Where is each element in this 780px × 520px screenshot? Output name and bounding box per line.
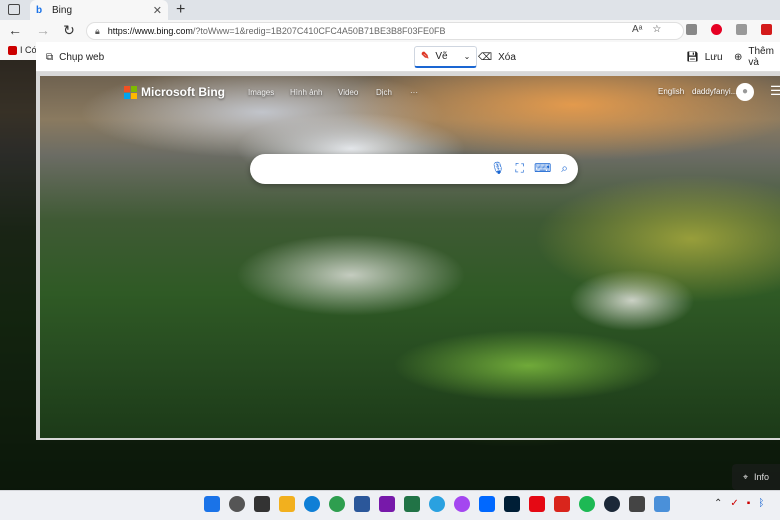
spotify-icon[interactable]	[579, 496, 595, 512]
lock-icon: 🔒︎	[95, 25, 100, 36]
pinterest-icon[interactable]	[711, 24, 722, 35]
url-path: /?toWww=1&redig=1B207C410CFC4A50B71BE3B8…	[192, 26, 446, 36]
favorites-bar: I Có	[0, 42, 40, 60]
snipping-tool-icon[interactable]	[654, 496, 670, 512]
menu-icon[interactable]: ☰	[770, 83, 780, 99]
windows-start-icon[interactable]	[204, 496, 220, 512]
steam-icon[interactable]	[604, 496, 620, 512]
bing-icon: b	[36, 5, 43, 16]
chevron-up-icon[interactable]: ⌃	[714, 498, 722, 509]
avatar[interactable]: ●	[736, 83, 754, 101]
add-label: Thêm và	[748, 46, 774, 68]
read-aloud-icon[interactable]: Aᵃ	[632, 24, 642, 35]
back-icon[interactable]: ←	[6, 22, 24, 38]
draw-button[interactable]: ✎ Vẽ ⌄	[414, 46, 478, 68]
draw-label: Vẽ	[435, 51, 448, 62]
antivirus-icon[interactable]: ✓	[730, 498, 738, 509]
refresh-icon[interactable]: ↻	[60, 22, 78, 39]
netflix-icon[interactable]	[529, 496, 545, 512]
save-button[interactable]: 💾︎ Lưu	[686, 42, 723, 72]
search-icon[interactable]	[229, 496, 245, 512]
favorite-item[interactable]: I Có	[20, 45, 37, 55]
add-to-collection-button[interactable]: ⊕ Thêm và	[734, 42, 780, 72]
web-capture-label: Chụp web	[59, 51, 105, 63]
user-name[interactable]: daddyfanyi...	[692, 87, 737, 96]
word-icon[interactable]	[354, 496, 370, 512]
bing-homepage-capture: Microsoft Bing Images Hình ảnh Video Dịc…	[40, 76, 780, 438]
location-pin-icon: ⌖	[742, 471, 749, 482]
add-collection-icon: ⊕	[734, 51, 743, 63]
photoshop-icon[interactable]	[504, 496, 520, 512]
nav-dich[interactable]: Dịch	[376, 88, 392, 97]
keyboard-icon[interactable]: ⌨	[534, 161, 551, 176]
nav-more[interactable]: ···	[410, 88, 418, 97]
onenote-icon[interactable]	[379, 496, 395, 512]
tab-bing[interactable]: b Bing ✕	[30, 0, 168, 20]
search-input[interactable]: 🎙︎ ⛶ ⌨ ⌕	[250, 154, 578, 184]
web-capture-icon: ⧉	[46, 51, 54, 63]
task-view-icon[interactable]	[254, 496, 270, 512]
telegram-icon[interactable]	[429, 496, 445, 512]
erase-label: Xóa	[498, 51, 516, 63]
address-bar-row: ← → ↻ 🔒︎ https://www.bing.com/?toWww=1&r…	[0, 20, 780, 42]
url-field[interactable]: 🔒︎ https://www.bing.com/?toWww=1&redig=1…	[86, 22, 684, 40]
microsoft-logo-icon	[124, 86, 137, 99]
url-host: https://www.bing.com	[107, 26, 193, 36]
capture-frame: Microsoft Bing Images Hình ảnh Video Dịc…	[36, 72, 780, 440]
edge-icon[interactable]	[304, 496, 320, 512]
info-label: Info	[754, 472, 770, 482]
nav-video[interactable]: Video	[338, 88, 358, 97]
save-label: Lưu	[704, 51, 723, 63]
excel-icon[interactable]	[404, 496, 420, 512]
pen-icon: ✎	[421, 51, 430, 62]
search-icon[interactable]: ⌕	[561, 161, 568, 176]
web-capture-button[interactable]: ⧉ Chụp web	[46, 42, 104, 72]
forward-icon[interactable]: →	[34, 22, 52, 38]
eraser-icon: ⌫	[478, 51, 493, 63]
extension-icon[interactable]	[736, 24, 747, 35]
messenger-icon[interactable]	[454, 496, 470, 512]
bing-brand[interactable]: Microsoft Bing	[141, 85, 225, 99]
tab-actions-icon[interactable]	[8, 4, 20, 15]
favorite-star-icon[interactable]: ☆	[652, 24, 661, 35]
favorite-site-icon	[8, 46, 17, 56]
extension-icon[interactable]	[686, 24, 697, 35]
nav-images[interactable]: Images	[248, 88, 274, 97]
info-button[interactable]: ⌖ Info	[732, 464, 780, 490]
visual-search-icon[interactable]: ⛶	[516, 161, 524, 176]
chrome-icon[interactable]	[329, 496, 345, 512]
microphone-icon[interactable]: 🎙︎	[490, 161, 505, 176]
app-icon[interactable]	[629, 496, 645, 512]
save-icon: 💾︎	[686, 51, 699, 63]
pdf-tray-icon[interactable]: ▪	[747, 498, 751, 509]
erase-button[interactable]: ⌫ Xóa	[478, 42, 516, 72]
zalo-icon[interactable]	[479, 496, 495, 512]
taskbar: ⌃ ✓ ▪ ᛒ	[0, 490, 780, 520]
bing-header: Microsoft Bing Images Hình ảnh Video Dịc…	[40, 76, 780, 110]
web-capture-toolbar: ⧉ Chụp web ✎ Vẽ ⌄ ⌫ Xóa 💾︎ Lưu ⊕ Thêm và	[36, 42, 780, 72]
file-explorer-icon[interactable]	[279, 496, 295, 512]
new-tab-icon[interactable]: +	[176, 1, 185, 19]
tab-title: Bing	[52, 4, 73, 16]
language-toggle[interactable]: English	[658, 87, 684, 96]
chevron-down-icon: ⌄	[463, 52, 471, 61]
nav-hinh-anh[interactable]: Hình ảnh	[290, 88, 322, 97]
acrobat-icon[interactable]	[554, 496, 570, 512]
pdf-extension-icon[interactable]	[761, 24, 772, 35]
tab-strip: b Bing ✕ +	[0, 0, 780, 20]
close-tab-icon[interactable]: ✕	[153, 4, 162, 17]
bluetooth-icon[interactable]: ᛒ	[758, 498, 764, 509]
